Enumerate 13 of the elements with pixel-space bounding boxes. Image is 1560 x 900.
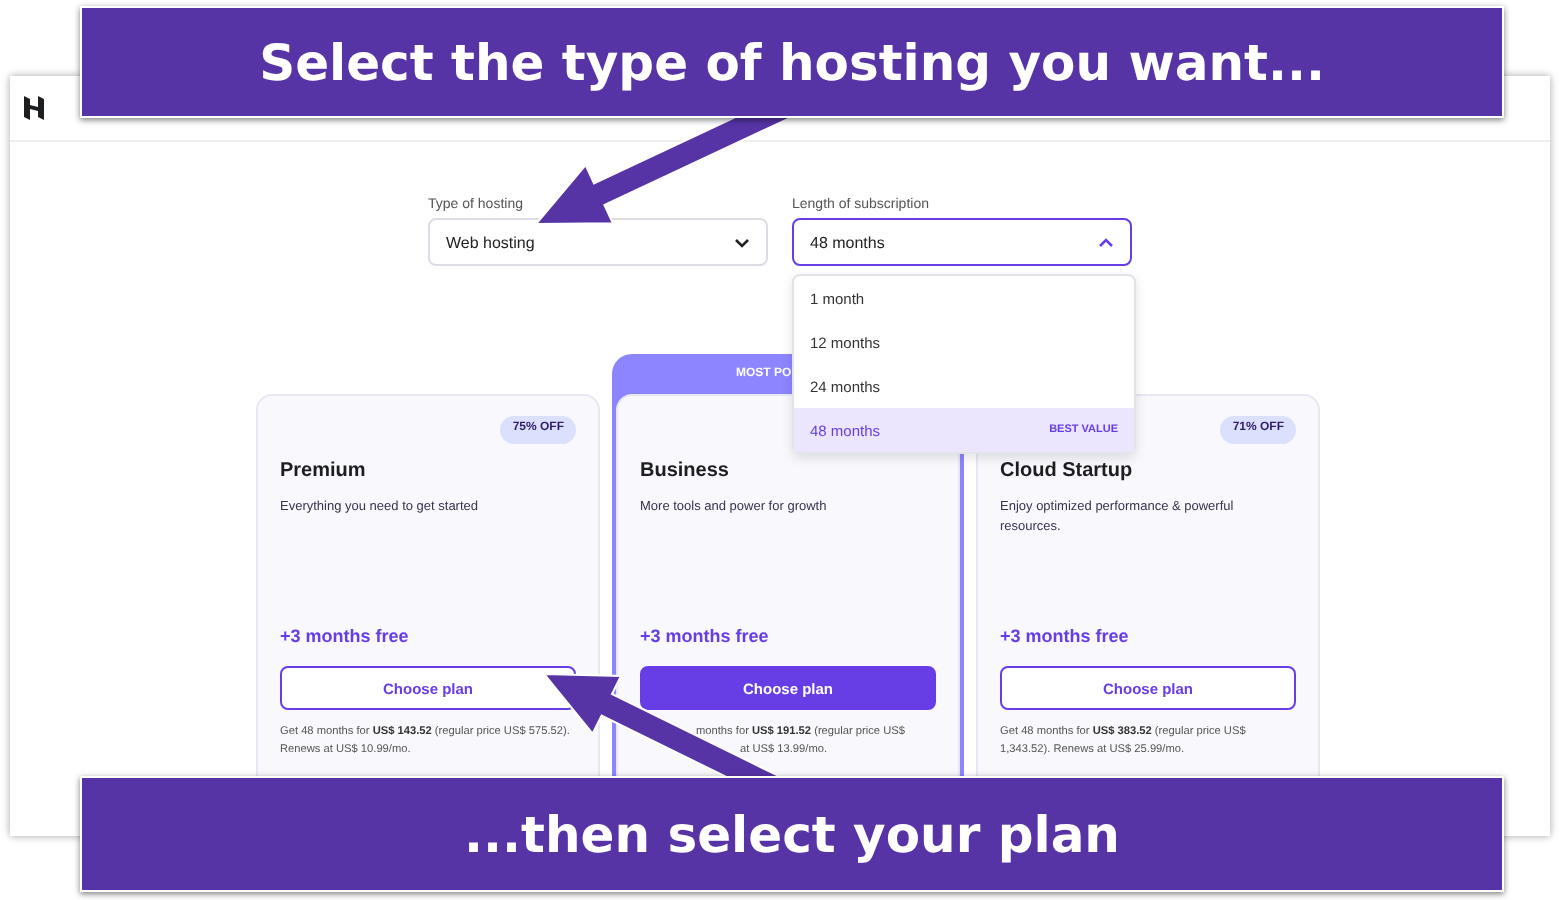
logo-icon[interactable] xyxy=(22,96,46,120)
plan-name: Premium xyxy=(280,460,368,482)
caption-banner: ...then select your plan xyxy=(80,776,1504,892)
bonus-text: +3 months free xyxy=(1000,626,1131,646)
caption-banner: Select the type of hosting you want... xyxy=(80,6,1504,118)
bonus-text: +3 months free xyxy=(640,626,771,646)
bonus-text: +3 months free xyxy=(280,626,411,646)
plan-name: Cloud Startup xyxy=(1000,460,1135,482)
select-field[interactable]: Web hosting xyxy=(428,218,768,266)
select-field[interactable]: 48 months xyxy=(792,218,1132,266)
chevron-up-icon xyxy=(1098,237,1114,247)
plan-name: Business xyxy=(640,460,731,482)
chevron-down-icon xyxy=(734,237,750,247)
